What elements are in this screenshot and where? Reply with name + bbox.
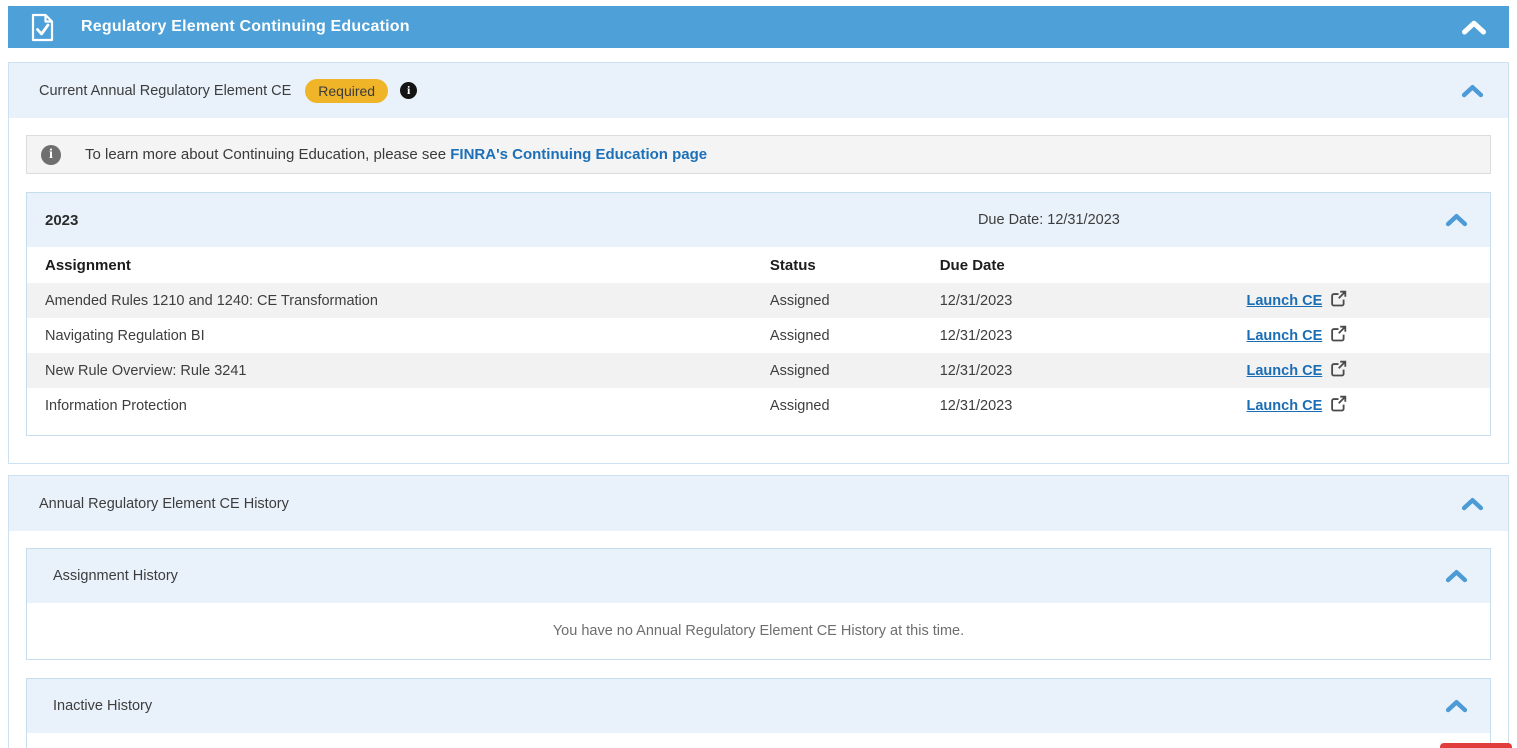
- assignment-due-date: 12/31/2023: [940, 363, 1247, 379]
- table-row: Information Protection Assigned 12/31/20…: [27, 388, 1490, 423]
- assignment-status: Assigned: [770, 293, 940, 309]
- launch-ce-link[interactable]: Launch CE: [1247, 398, 1323, 414]
- collapse-chevron-icon[interactable]: [1445, 569, 1468, 583]
- assignment-status: Assigned: [770, 328, 940, 344]
- assignment-name: Navigating Regulation BI: [45, 328, 770, 344]
- collapse-chevron-icon[interactable]: [1445, 213, 1468, 227]
- feedback-button-partial[interactable]: [1440, 743, 1512, 748]
- current-ce-section-header[interactable]: Current Annual Regulatory Element CE Req…: [9, 63, 1508, 118]
- assignment-due-date: 12/31/2023: [940, 328, 1247, 344]
- assignment-name: Information Protection: [45, 398, 770, 414]
- inactive-history-body: [27, 733, 1490, 748]
- launch-ce-link[interactable]: Launch CE: [1247, 293, 1323, 309]
- inactive-history-title: Inactive History: [53, 698, 152, 714]
- table-row: Navigating Regulation BI Assigned 12/31/…: [27, 318, 1490, 353]
- external-link-icon[interactable]: [1330, 395, 1347, 416]
- launch-ce-link[interactable]: Launch CE: [1247, 363, 1323, 379]
- assignment-due-date: 12/31/2023: [940, 293, 1247, 309]
- assignments-table: Assignment Status Due Date Amended Rules…: [27, 247, 1490, 435]
- table-row: New Rule Overview: Rule 3241 Assigned 12…: [27, 353, 1490, 388]
- assignment-due-date: 12/31/2023: [940, 398, 1247, 414]
- external-link-icon[interactable]: [1330, 360, 1347, 381]
- col-status: Status: [770, 257, 940, 274]
- history-title: Annual Regulatory Element CE History: [39, 496, 289, 512]
- assignment-status: Assigned: [770, 363, 940, 379]
- year-panel-header[interactable]: 2023 Due Date: 12/31/2023: [27, 193, 1490, 247]
- assignment-history-header[interactable]: Assignment History: [27, 549, 1490, 603]
- collapse-chevron-icon[interactable]: [1461, 84, 1484, 98]
- collapse-chevron-icon[interactable]: [1461, 497, 1484, 511]
- assignment-history-title: Assignment History: [53, 568, 178, 584]
- collapse-chevron-icon[interactable]: [1445, 699, 1468, 713]
- collapse-chevron-icon[interactable]: [1461, 20, 1487, 35]
- info-icon: [41, 145, 61, 165]
- document-check-icon: [30, 13, 55, 42]
- year-label: 2023: [45, 212, 78, 229]
- assignment-name: New Rule Overview: Rule 3241: [45, 363, 770, 379]
- assignment-status: Assigned: [770, 398, 940, 414]
- col-due-date: Due Date: [940, 257, 1247, 274]
- panel-due-date: Due Date: 12/31/2023: [978, 212, 1120, 228]
- info-banner: To learn more about Continuing Education…: [26, 135, 1491, 174]
- current-ce-body: To learn more about Continuing Education…: [9, 118, 1508, 463]
- page-title: Regulatory Element Continuing Education: [81, 18, 410, 36]
- assignment-name: Amended Rules 1210 and 1240: CE Transfor…: [45, 293, 770, 309]
- col-assignment: Assignment: [45, 257, 770, 274]
- history-body: Assignment History You have no Annual Re…: [9, 531, 1508, 748]
- assignment-history-panel: Assignment History You have no Annual Re…: [26, 548, 1491, 660]
- table-row: Amended Rules 1210 and 1240: CE Transfor…: [27, 283, 1490, 318]
- history-section: Annual Regulatory Element CE History Ass…: [8, 475, 1509, 748]
- inactive-history-panel: Inactive History: [26, 678, 1491, 748]
- assignment-history-empty-message: You have no Annual Regulatory Element CE…: [27, 603, 1490, 659]
- required-badge: Required: [305, 79, 388, 103]
- current-ce-title: Current Annual Regulatory Element CE: [39, 83, 291, 99]
- current-ce-section: Current Annual Regulatory Element CE Req…: [8, 62, 1509, 464]
- external-link-icon[interactable]: [1330, 325, 1347, 346]
- year-2023-panel: 2023 Due Date: 12/31/2023 Assignment Sta…: [26, 192, 1491, 436]
- finra-continuing-education-link[interactable]: FINRA's Continuing Education page: [450, 146, 707, 163]
- page: Regulatory Element Continuing Education …: [0, 0, 1517, 748]
- inactive-history-header[interactable]: Inactive History: [27, 679, 1490, 733]
- info-banner-text: To learn more about Continuing Education…: [85, 146, 707, 163]
- external-link-icon[interactable]: [1330, 290, 1347, 311]
- launch-ce-link[interactable]: Launch CE: [1247, 328, 1323, 344]
- main-section-header[interactable]: Regulatory Element Continuing Education: [8, 6, 1509, 48]
- table-header-row: Assignment Status Due Date: [27, 247, 1490, 283]
- history-section-header[interactable]: Annual Regulatory Element CE History: [9, 476, 1508, 531]
- info-tooltip-icon[interactable]: [400, 82, 417, 99]
